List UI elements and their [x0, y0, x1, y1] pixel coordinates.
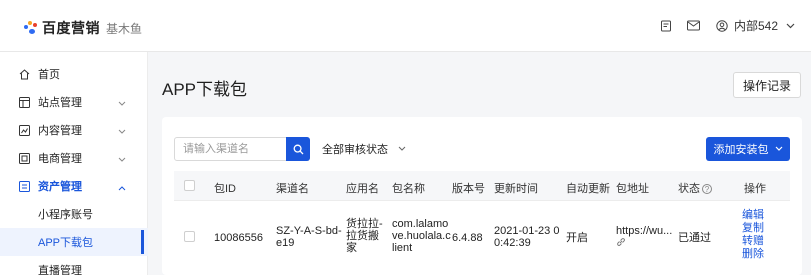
search-button[interactable]: [286, 137, 310, 161]
sidebar-subitem-miniprogram[interactable]: 小程序账号: [0, 200, 148, 228]
update-time: 2021-01-23 0 0:42:39: [494, 225, 559, 249]
package-name-line: ve.huolala.c: [392, 230, 451, 242]
add-package-label: 添加安装包: [713, 144, 769, 156]
sidebar-item-site[interactable]: 站点管理: [0, 88, 148, 116]
row-checkbox[interactable]: [184, 231, 195, 242]
chevron-up-icon: [118, 182, 126, 191]
home-icon: [19, 68, 30, 80]
package-url[interactable]: https://wu...: [616, 225, 672, 250]
chevron-down-icon: [118, 126, 126, 134]
package-url-text: https://wu...: [616, 225, 673, 237]
update-time-line: 2021-01-23 0: [494, 225, 560, 237]
sidebar-subitem-label: APP下载包: [38, 237, 94, 249]
add-package-button[interactable]: 添加安装包: [706, 137, 790, 161]
sidebar-item-asset[interactable]: 资产管理: [0, 172, 148, 200]
document-icon[interactable]: [659, 19, 673, 33]
table-row: 10086556 SZ-Y-A-S-bd- e19 货拉拉- 拉货搬 家 com…: [174, 201, 790, 275]
sidebar: 首页 站点管理 内容管理 电商管理 资产管理 小程序账号 APP下载包 直播管理: [0, 52, 148, 275]
sidebar-subitem-app-package[interactable]: APP下载包: [0, 228, 148, 256]
baidu-paw-icon: [24, 21, 38, 35]
column-header: 更新时间: [494, 183, 538, 195]
transfer-link[interactable]: 转赠: [742, 235, 764, 247]
review-status-select[interactable]: 全部审核状态: [322, 137, 406, 161]
chevron-down-icon: [775, 143, 783, 155]
app-name: 货拉拉- 拉货搬 家: [346, 218, 383, 254]
filter-label: 全部审核状态: [322, 144, 388, 156]
user-name: 内部542: [733, 19, 778, 33]
sidebar-item-shop[interactable]: 电商管理: [0, 144, 148, 172]
search-icon: [293, 144, 303, 154]
version: 6.4.88: [452, 232, 483, 244]
asset-icon: [19, 180, 30, 192]
app-name-line: 货拉拉-: [346, 218, 383, 230]
link-icon[interactable]: [616, 237, 672, 250]
package-name: com.lalamo ve.huolala.c lient: [392, 218, 451, 254]
chevron-down-icon: [783, 19, 797, 33]
user-menu[interactable]: 内部542: [715, 17, 797, 34]
sidebar-item-label: 首页: [38, 69, 60, 81]
column-header: 状态: [678, 183, 700, 195]
column-header: 包名称: [392, 183, 425, 195]
column-header: 版本号: [452, 183, 485, 195]
channel-name-line: e19: [276, 237, 295, 249]
update-time-line: 0:42:39: [494, 237, 531, 249]
sidebar-item-label: 内容管理: [38, 125, 82, 137]
sidebar-item-label: 电商管理: [38, 153, 82, 165]
user-avatar-icon: [715, 19, 729, 33]
shop-icon: [19, 152, 30, 164]
operation-log-button[interactable]: 操作记录: [733, 72, 801, 98]
package-id: 10086556: [214, 232, 263, 244]
page-title: APP下载包: [162, 80, 248, 99]
sidebar-item-label: 资产管理: [38, 181, 82, 193]
column-header: 自动更新: [566, 183, 610, 195]
brand-logo[interactable]: 百度营销 基木鱼: [24, 18, 142, 38]
column-header: 包ID: [214, 183, 236, 195]
top-bar: 百度营销 基木鱼 内部542: [0, 0, 811, 52]
status-column-header: 状态?: [678, 180, 712, 196]
row-actions: 编辑 复制 转赠 删除: [742, 209, 764, 260]
search-input[interactable]: [175, 138, 287, 160]
column-header: 包地址: [616, 183, 649, 195]
site-icon: [19, 96, 30, 108]
copy-link[interactable]: 复制: [742, 222, 764, 234]
column-header: 渠道名: [276, 183, 309, 195]
content-icon: [19, 124, 30, 136]
select-all-checkbox[interactable]: [184, 180, 195, 191]
content-card: 全部审核状态 添加安装包 包ID 渠道名 应用名 包名称 版本号 更新时间 自动…: [162, 117, 802, 275]
product-name: 基木鱼: [106, 21, 143, 36]
sidebar-item-label: 站点管理: [38, 97, 82, 109]
app-name-line: 拉货搬: [346, 230, 379, 242]
chevron-down-icon: [118, 154, 126, 162]
edit-link[interactable]: 编辑: [742, 209, 764, 221]
chevron-down-icon: [398, 143, 406, 155]
sidebar-item-content[interactable]: 内容管理: [0, 116, 148, 144]
sidebar-subitem-label: 直播管理: [38, 265, 82, 275]
table-header: 包ID 渠道名 应用名 包名称 版本号 更新时间 自动更新 包地址 状态? 操作: [174, 171, 790, 201]
chevron-down-icon: [118, 98, 126, 106]
column-header: 操作: [744, 183, 766, 195]
column-header: 应用名: [346, 183, 379, 195]
help-icon[interactable]: ?: [702, 184, 712, 195]
delete-link[interactable]: 删除: [742, 248, 764, 260]
sidebar-subitem-live[interactable]: 直播管理: [0, 256, 148, 275]
channel-name: SZ-Y-A-S-bd- e19: [276, 225, 342, 249]
brand-name: 百度营销: [42, 20, 100, 36]
sidebar-item-home[interactable]: 首页: [0, 60, 148, 88]
app-name-line: 家: [346, 242, 357, 254]
status-value: 已通过: [678, 232, 711, 244]
channel-name-line: SZ-Y-A-S-bd-: [276, 225, 342, 237]
search-box: [174, 137, 310, 161]
mail-icon[interactable]: [687, 19, 701, 33]
auto-update: 开启: [566, 232, 588, 244]
package-name-line: com.lalamo: [392, 218, 449, 230]
package-name-line: lient: [392, 242, 413, 254]
sidebar-subitem-label: 小程序账号: [38, 209, 93, 221]
